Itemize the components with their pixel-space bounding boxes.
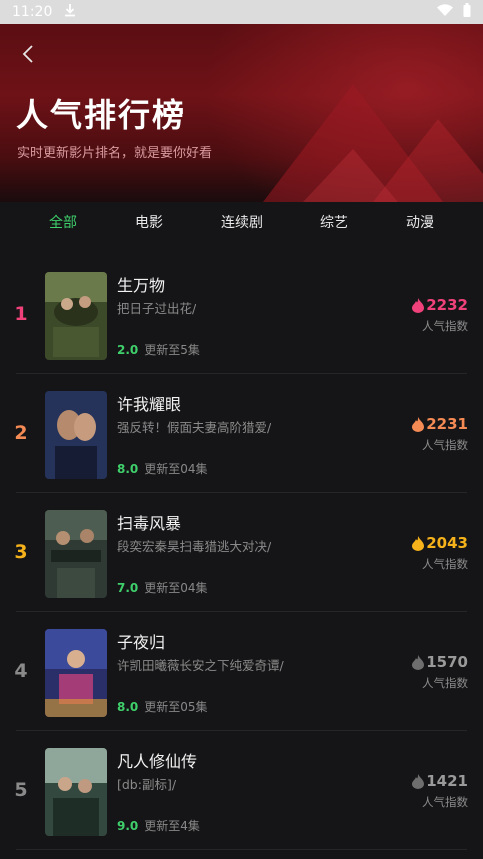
divider [16,492,467,493]
back-button[interactable] [16,42,40,66]
poster-image[interactable] [45,748,107,836]
flame-icon [412,773,425,789]
page-title: 人气排行榜 [16,96,187,134]
item-meta: 2.0 更新至5集 [117,341,200,358]
list-item[interactable]: 1 生万物 把日子过出花/ 2.0 更新至5集 2232 人气指数 [0,256,483,374]
item-update-status: 更新至4集 [144,819,200,833]
page-subtitle: 实时更新影片排名，就是要你好看 [17,146,213,161]
poster-image[interactable] [45,272,107,360]
heat-value: 2043 [412,534,468,552]
download-icon [64,3,76,21]
divider [16,849,467,850]
list-item[interactable]: 3 扫毒风暴 段奕宏秦昊扫毒猎逃大对决/ 7.0 更新至04集 2043 人气指… [0,494,483,612]
item-description: [db:副标]/ [117,777,177,792]
rank-number: 4 [14,660,28,682]
tab-series[interactable]: 连续剧 [221,212,263,232]
item-title: 凡人修仙传 [117,752,198,771]
item-title: 子夜归 [117,633,166,652]
rank-number: 2 [14,422,28,444]
item-update-status: 更新至04集 [144,581,208,595]
hero-header: 人气排行榜 实时更新影片排名，就是要你好看 [0,24,483,202]
item-score: 9.0 [117,818,139,833]
wifi-icon [437,4,453,20]
decorative-triangles [263,84,483,202]
divider [16,373,467,374]
heat-label: 人气指数 [422,438,468,452]
item-title: 许我耀眼 [117,395,182,414]
item-update-status: 更新至05集 [144,700,208,714]
list-item[interactable]: 4 子夜归 许凯田曦薇长安之下纯爱奇谭/ 8.0 更新至05集 1570 人气指… [0,613,483,731]
heat-value: 1570 [412,653,468,671]
flame-icon [412,654,425,670]
rank-number: 1 [14,303,28,325]
status-time: 11:20 [12,4,53,20]
item-score: 7.0 [117,580,139,595]
tab-movie[interactable]: 电影 [135,212,163,232]
list-item[interactable]: 2 许我耀眼 强反转！假面夫妻高阶猎爱/ 8.0 更新至04集 2231 人气指… [0,375,483,493]
flame-icon [412,416,425,432]
item-description: 段奕宏秦昊扫毒猎逃大对决/ [117,539,272,554]
heat-value: 2232 [412,296,468,314]
item-meta: 9.0 更新至4集 [117,817,200,834]
flame-icon [412,297,425,313]
item-description: 许凯田曦薇长安之下纯爱奇谭/ [117,658,284,673]
poster-image[interactable] [45,629,107,717]
divider [16,730,467,731]
poster-image[interactable] [45,391,107,479]
category-tabs: 全部 电影 连续剧 综艺 动漫 [0,202,483,238]
item-meta: 8.0 更新至05集 [117,698,208,715]
rank-number: 3 [14,541,28,563]
item-meta: 7.0 更新至04集 [117,579,208,596]
item-title: 生万物 [117,276,166,295]
battery-icon [463,3,471,21]
poster-image[interactable] [45,510,107,598]
tab-anime[interactable]: 动漫 [406,212,434,232]
heat-label: 人气指数 [422,319,468,333]
chevron-left-icon [22,45,33,63]
heat-value: 1421 [412,772,468,790]
heat-value: 2231 [412,415,468,433]
status-bar: 11:20 [0,0,483,24]
item-score: 2.0 [117,342,139,357]
item-description: 强反转！假面夫妻高阶猎爱/ [117,420,272,435]
rank-number: 5 [14,779,28,801]
heat-label: 人气指数 [422,557,468,571]
tab-all[interactable]: 全部 [49,212,77,232]
item-score: 8.0 [117,699,139,714]
heat-label: 人气指数 [422,795,468,809]
list-item[interactable]: 5 凡人修仙传 [db:副标]/ 9.0 更新至4集 1421 人气指数 [0,732,483,850]
flame-icon [412,535,425,551]
item-title: 扫毒风暴 [117,514,182,533]
divider [16,611,467,612]
item-score: 8.0 [117,461,139,476]
item-meta: 8.0 更新至04集 [117,460,208,477]
item-description: 把日子过出花/ [117,301,197,316]
heat-label: 人气指数 [422,676,468,690]
tab-variety[interactable]: 综艺 [320,212,348,232]
item-update-status: 更新至5集 [144,343,200,357]
item-update-status: 更新至04集 [144,462,208,476]
